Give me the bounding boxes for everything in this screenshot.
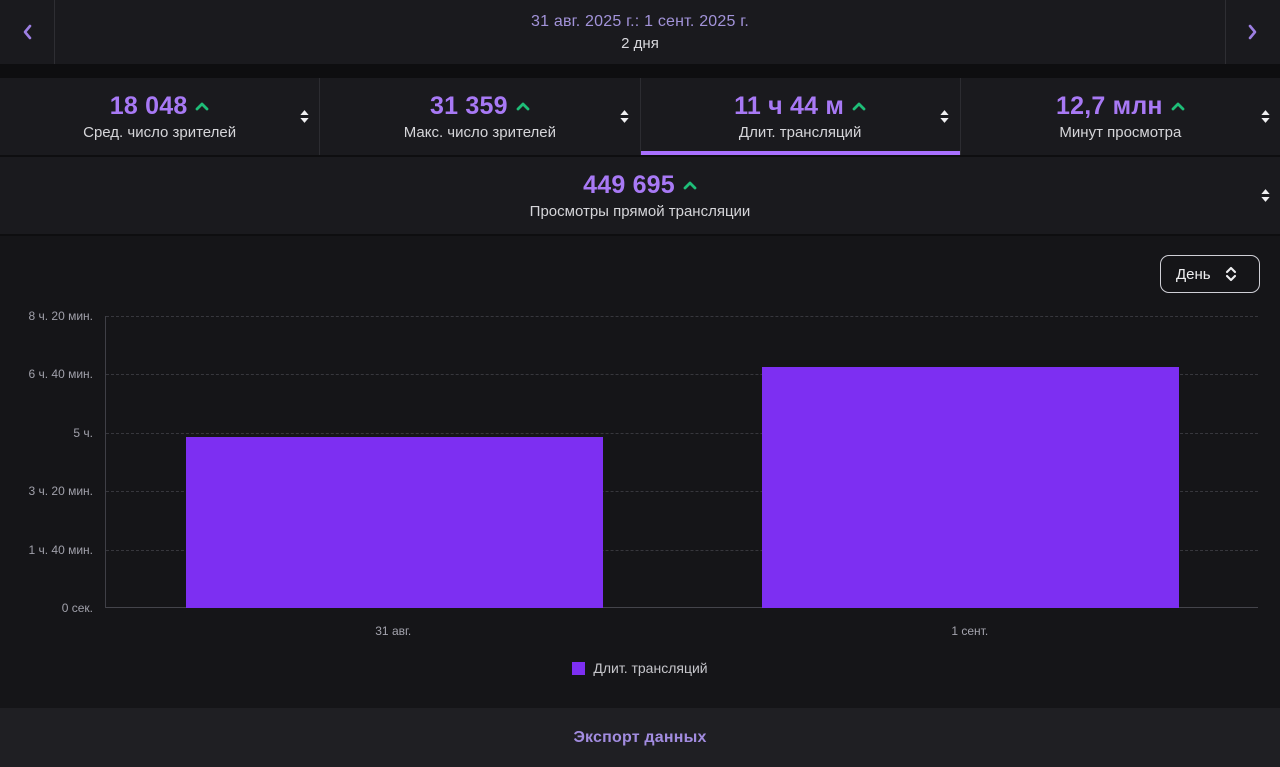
stat-switcher-icon[interactable] bbox=[937, 106, 953, 128]
stat-cell-live-views[interactable]: 449 695 Просмотры прямой трансляции bbox=[0, 157, 1280, 234]
y-tick-label: 5 ч. bbox=[73, 425, 93, 440]
granularity-value: День bbox=[1176, 265, 1211, 283]
unfold-arrows-icon bbox=[1225, 266, 1237, 282]
stat-cell-max-viewers[interactable]: 31 359 Макс. число зрителей bbox=[319, 78, 640, 155]
legend-label: Длит. трансляций bbox=[593, 660, 708, 676]
stream-duration-chart-panel: День 0 сек. 1 ч. 40 мин. 3 ч. 20 мин. 5 ч. 6… bbox=[0, 236, 1280, 708]
trend-up-icon bbox=[1171, 102, 1185, 111]
stat-value: 18 048 bbox=[109, 92, 188, 120]
date-range-text: 31 авг. 2025 г.: 1 сент. 2025 г. bbox=[531, 12, 749, 30]
legend-swatch bbox=[572, 661, 586, 675]
stat-cell-stream-duration[interactable]: 11 ч 44 м Длит. трансляций bbox=[639, 78, 961, 155]
bar-1 сент.[interactable] bbox=[762, 367, 1180, 608]
y-tick-label: 6 ч. 40 мин. bbox=[28, 367, 93, 382]
bar-31 авг.[interactable] bbox=[185, 437, 603, 608]
stat-cell-avg-viewers[interactable]: 18 048 Сред. число зрителей bbox=[0, 78, 320, 155]
x-tick-label: 31 авг. bbox=[375, 624, 412, 638]
stat-label: Просмотры прямой трансляции bbox=[529, 203, 751, 220]
trend-up-icon bbox=[516, 102, 530, 111]
stat-cell-minutes-watched[interactable]: 12,7 млн Минут просмотра bbox=[959, 78, 1280, 155]
y-tick-label: 0 сек. bbox=[61, 601, 93, 615]
export-data-label: Экспорт данных bbox=[573, 728, 707, 746]
date-range-display: 31 авг. 2025 г.: 1 сент. 2025 г. 2 дня bbox=[120, 0, 1160, 64]
plot-area bbox=[105, 316, 1258, 608]
y-tick-label: 1 ч. 40 мин. bbox=[28, 542, 93, 557]
stat-label: Минут просмотра bbox=[1059, 124, 1182, 141]
trend-up-icon bbox=[683, 181, 697, 190]
stat-switcher-icon[interactable] bbox=[1257, 106, 1273, 128]
stat-switcher-icon[interactable] bbox=[617, 106, 633, 128]
stat-value: 31 359 bbox=[430, 92, 508, 120]
trend-up-icon bbox=[195, 102, 209, 111]
trend-up-icon bbox=[852, 102, 866, 111]
stats-row-primary: 18 048 Сред. число зрителей 31 359 Макс.… bbox=[0, 78, 1280, 155]
stat-label: Сред. число зрителей bbox=[83, 124, 237, 141]
export-data-button[interactable]: Экспорт данных bbox=[0, 708, 1280, 767]
chart-legend: Длит. трансляций bbox=[0, 660, 1280, 676]
prev-period-button[interactable] bbox=[0, 0, 55, 64]
stat-value: 449 695 bbox=[583, 171, 675, 199]
date-range-bar: 31 авг. 2025 г.: 1 сент. 2025 г. 2 дня bbox=[0, 0, 1280, 64]
next-period-button[interactable] bbox=[1225, 0, 1280, 64]
chevron-right-icon bbox=[1248, 24, 1258, 40]
y-tick-label: 3 ч. 20 мин. bbox=[28, 484, 93, 499]
stat-switcher-icon[interactable] bbox=[1257, 185, 1273, 207]
stat-value: 11 ч 44 м bbox=[734, 92, 845, 120]
x-tick-label: 1 сент. bbox=[951, 624, 989, 638]
chevron-left-icon bbox=[22, 24, 32, 40]
y-tick-label: 8 ч. 20 мин. bbox=[28, 309, 93, 323]
stat-value: 12,7 млн bbox=[1056, 92, 1163, 120]
gridline bbox=[106, 316, 1258, 317]
granularity-select[interactable]: День bbox=[1160, 255, 1260, 293]
date-range-days: 2 дня bbox=[621, 34, 659, 52]
stat-switcher-icon[interactable] bbox=[296, 106, 312, 128]
stat-label: Длит. трансляций bbox=[738, 124, 862, 141]
y-axis-labels: 0 сек. 1 ч. 40 мин. 3 ч. 20 мин. 5 ч. 6 ч. 4… bbox=[0, 309, 93, 615]
stat-label: Макс. число зрителей bbox=[403, 124, 557, 141]
